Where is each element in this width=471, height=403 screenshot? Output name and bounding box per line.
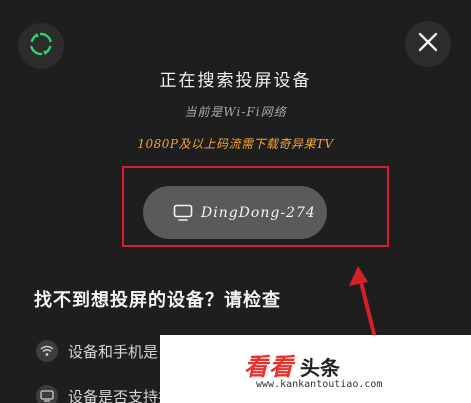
refresh-icon	[28, 31, 54, 61]
watermark-suffix: 头条	[300, 356, 340, 380]
search-status-title: 正在搜索投屏设备	[159, 71, 312, 91]
device-item-button[interactable]: DingDong-274	[143, 186, 327, 239]
check-item: 设备和手机是	[36, 340, 158, 362]
device-name: DingDong-274	[201, 204, 316, 221]
refresh-button[interactable]	[18, 23, 64, 69]
watermark-logo: 看看 头条	[244, 347, 340, 382]
check-item-text: 设备和手机是	[68, 342, 159, 361]
cast-search-screen: 正在搜索投屏设备 当前是Wi-Fi网络 1080P及以上码流需下载奇异果TV D…	[0, 0, 471, 403]
close-icon	[417, 31, 439, 57]
network-status: 当前是Wi-Fi网络	[184, 105, 287, 119]
watermark-brand: 看看	[244, 353, 294, 381]
tv-icon	[36, 385, 58, 403]
wifi-icon	[36, 340, 58, 362]
watermark-url: www.kankantoutiao.com	[256, 379, 383, 390]
annotation-arrow	[349, 266, 378, 343]
promo-notice: 1080P及以上码流需下载奇异果TV	[137, 137, 334, 151]
close-button[interactable]	[405, 21, 451, 67]
tv-icon	[173, 204, 193, 222]
watermark-overlay: 看看 头条 www.kankantoutiao.com	[160, 335, 471, 403]
help-title: 找不到想投屏的设备？请检查	[34, 290, 281, 311]
